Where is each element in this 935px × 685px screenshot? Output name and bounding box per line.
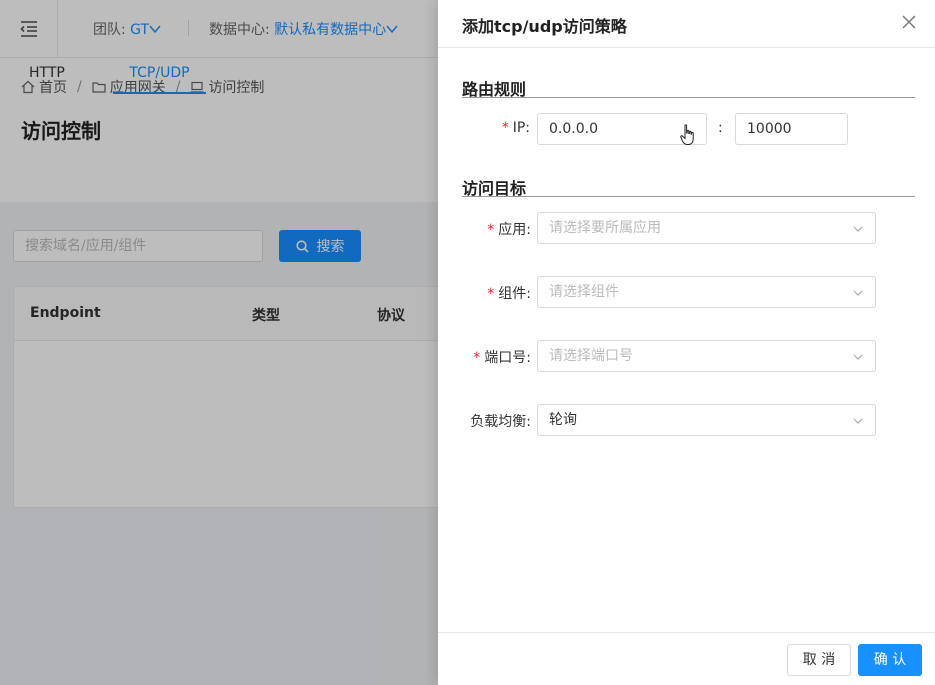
port-number-label: * 端口号: (458, 347, 531, 367)
chevron-down-icon (853, 226, 863, 232)
required-mark: * (487, 286, 495, 302)
app-label: * 应用: (468, 219, 531, 239)
add-policy-drawer: 添加tcp/udp访问策略 路由规则 * IP: 0.0.0.0 : 10000 … (438, 0, 935, 685)
required-mark: * (487, 222, 495, 238)
ip-label-text: IP: (512, 120, 530, 136)
required-mark: * (501, 120, 509, 136)
port-select-placeholder: 请选择端口号 (549, 348, 633, 364)
port-separator: : (718, 120, 723, 136)
app-label-text: 应用: (498, 222, 531, 238)
component-select-placeholder: 请选择组件 (549, 284, 619, 300)
component-select[interactable]: 请选择组件 (537, 276, 876, 308)
app-select-placeholder: 请选择要所属应用 (549, 220, 661, 236)
component-label: * 组件: (468, 283, 531, 303)
load-balance-label: 负载均衡: (470, 414, 531, 430)
app-select[interactable]: 请选择要所属应用 (537, 212, 876, 244)
component-label-text: 组件: (498, 286, 531, 302)
ip-label: * IP: (498, 120, 530, 136)
section-divider (462, 196, 915, 197)
chevron-down-icon (853, 354, 863, 360)
close-button[interactable] (901, 14, 919, 32)
chevron-down-icon (853, 290, 863, 296)
hand-cursor-icon (680, 124, 694, 145)
drawer-title: 添加tcp/udp访问策略 (462, 17, 627, 36)
port-input[interactable]: 10000 (735, 113, 848, 145)
confirm-button[interactable]: 确 认 (858, 644, 922, 676)
section-divider (462, 97, 915, 98)
cancel-button[interactable]: 取 消 (787, 644, 851, 676)
port-select[interactable]: 请选择端口号 (537, 340, 876, 372)
port-number-label-text: 端口号: (484, 350, 531, 366)
close-icon (902, 15, 916, 29)
chevron-down-icon (853, 418, 863, 424)
required-mark: * (473, 350, 481, 366)
drawer-footer: 取 消 确 认 (438, 632, 935, 685)
load-balance-select[interactable]: 轮询 (537, 404, 876, 436)
load-balance-value: 轮询 (549, 412, 577, 428)
drawer-header: 添加tcp/udp访问策略 (438, 0, 935, 48)
